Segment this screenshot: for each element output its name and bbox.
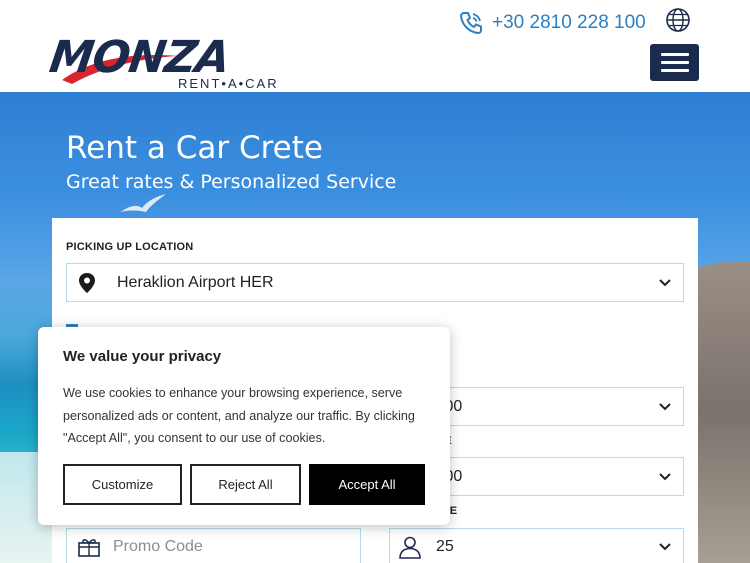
seagull-image bbox=[120, 194, 166, 212]
pickup-location-value: Heraklion Airport HER bbox=[117, 273, 274, 291]
phone-icon bbox=[459, 12, 482, 35]
hamburger-menu-icon bbox=[660, 53, 689, 56]
hero-title: Rent a Car Crete bbox=[66, 130, 323, 166]
gift-icon bbox=[78, 539, 100, 557]
phone-number[interactable]: +30 2810 228 100 bbox=[492, 12, 646, 34]
site-header: MONZA RENT•A•CAR +30 2810 228 100 bbox=[0, 0, 750, 92]
monza-logo[interactable]: MONZA RENT•A•CAR bbox=[46, 32, 290, 92]
cookie-dialog-title: We value your privacy bbox=[63, 348, 222, 365]
promo-code-input[interactable] bbox=[113, 538, 333, 556]
person-icon bbox=[399, 536, 421, 559]
hero-subtitle: Great rates & Personalized Service bbox=[66, 171, 397, 193]
cookie-dialog-text: We use cookies to enhance your browsing … bbox=[63, 386, 415, 445]
chevron-down-icon bbox=[659, 402, 671, 410]
accept-all-button[interactable]: Accept All bbox=[309, 464, 425, 505]
chevron-down-icon bbox=[659, 543, 671, 551]
promo-code-field[interactable] bbox=[66, 528, 361, 563]
location-pin-icon bbox=[79, 272, 95, 293]
hamburger-line bbox=[660, 61, 689, 64]
chevron-down-icon bbox=[659, 278, 671, 286]
logo-tagline: RENT•A•CAR bbox=[178, 76, 279, 91]
hamburger-line bbox=[660, 69, 689, 72]
globe-icon[interactable] bbox=[665, 7, 691, 33]
pickup-location-label: PICKING UP LOCATION bbox=[66, 241, 194, 253]
phone-link[interactable]: +30 2810 228 100 bbox=[458, 10, 646, 36]
reject-all-button[interactable]: Reject All bbox=[190, 464, 301, 505]
customize-button[interactable]: Customize bbox=[63, 464, 182, 505]
driver-age-select[interactable]: 25 bbox=[389, 528, 684, 563]
cookie-consent-dialog: We value your privacy We use cookies to … bbox=[38, 327, 450, 525]
chevron-down-icon bbox=[659, 472, 671, 480]
driver-age-value: 25 bbox=[436, 538, 454, 555]
pickup-location-select[interactable]: Heraklion Airport HER bbox=[66, 263, 684, 302]
hamburger-menu-button[interactable] bbox=[650, 44, 699, 81]
